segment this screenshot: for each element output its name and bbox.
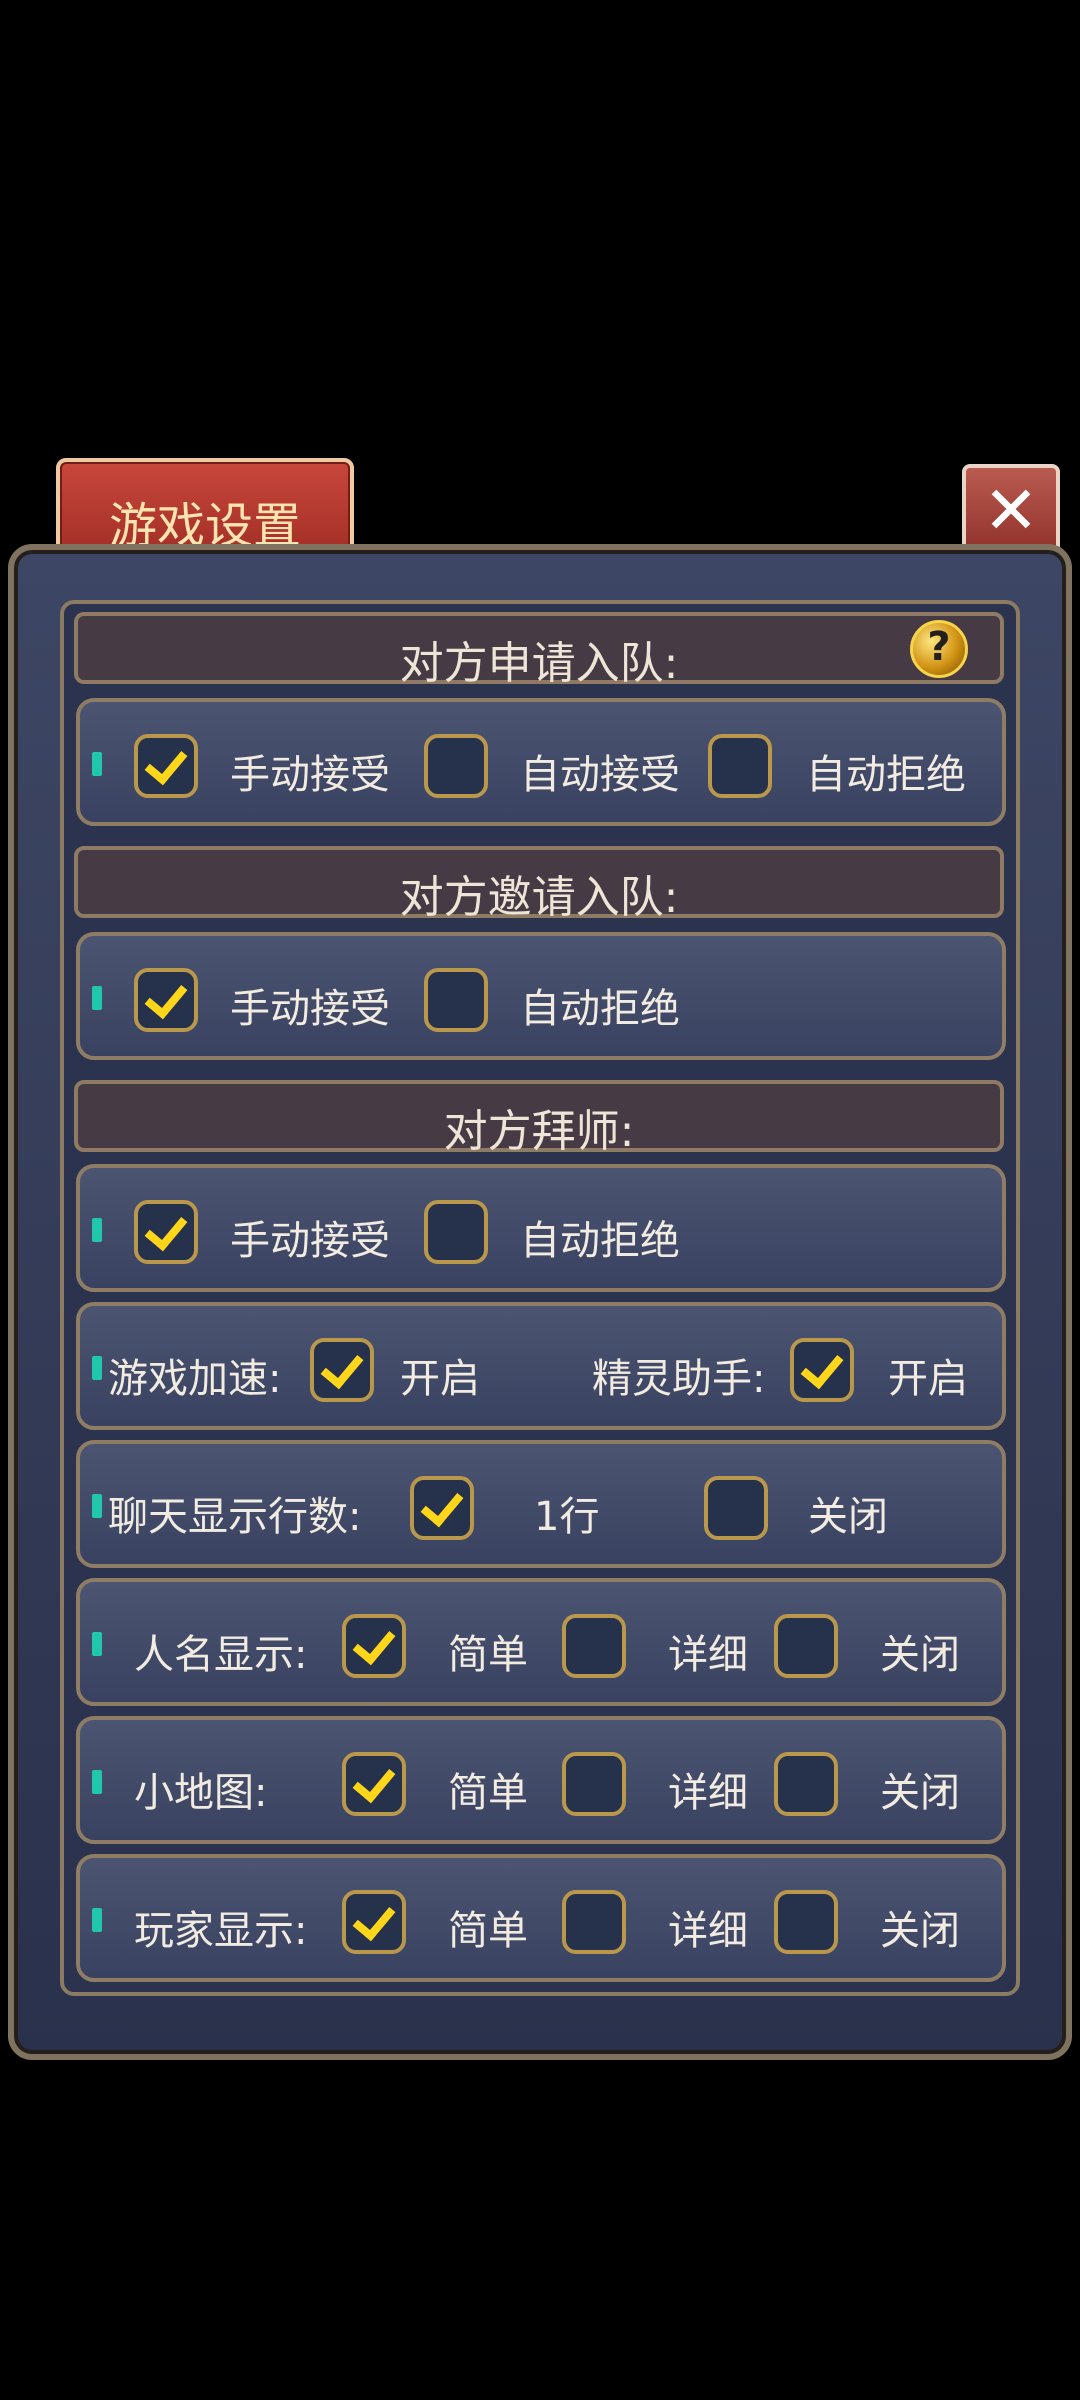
chat-off-label: 关闭 xyxy=(808,1494,888,1540)
apply-auto-reject-label: 自动拒绝 xyxy=(806,752,966,798)
row-marker xyxy=(92,1494,102,1518)
minimap-row: 小地图: 简单 详细 关闭 xyxy=(76,1716,1006,1844)
mentor-row: 手动接受 自动拒绝 xyxy=(76,1164,1006,1292)
row-marker xyxy=(92,1632,102,1656)
invite-auto-reject-checkbox[interactable] xyxy=(424,968,488,1032)
help-icon[interactable]: ? xyxy=(910,620,968,678)
chat-one-line-label: 1行 xyxy=(534,1494,600,1540)
mentor-manual-checkbox[interactable] xyxy=(134,1200,198,1264)
section-title-invite: 对方邀请入队: xyxy=(399,872,679,923)
player-display-label: 玩家显示: xyxy=(134,1908,308,1954)
row-marker xyxy=(92,1908,102,1932)
name-display-label: 人名显示: xyxy=(134,1632,308,1678)
section-header-invite: 对方邀请入队: xyxy=(74,846,1004,923)
spirit-helper-value: 开启 xyxy=(888,1356,968,1402)
mentor-manual-label: 手动接受 xyxy=(230,1218,390,1264)
row-marker xyxy=(92,1218,102,1242)
apply-auto-accept-label: 自动接受 xyxy=(520,752,680,798)
mentor-auto-reject-label: 自动拒绝 xyxy=(520,1218,680,1264)
mentor-auto-reject-checkbox[interactable] xyxy=(424,1200,488,1264)
name-simple-checkbox[interactable] xyxy=(342,1614,406,1678)
player-display-row: 玩家显示: 简单 详细 关闭 xyxy=(76,1854,1006,1982)
minimap-off-checkbox[interactable] xyxy=(774,1752,838,1816)
player-detailed-label: 详细 xyxy=(668,1908,748,1954)
player-simple-checkbox[interactable] xyxy=(342,1890,406,1954)
row-marker xyxy=(92,1770,102,1794)
chat-row: 聊天显示行数: 1行 关闭 xyxy=(76,1440,1006,1568)
row-marker xyxy=(92,752,102,776)
apply-manual-checkbox[interactable] xyxy=(134,734,198,798)
player-detailed-checkbox[interactable] xyxy=(562,1890,626,1954)
minimap-detailed-checkbox[interactable] xyxy=(562,1752,626,1816)
name-detailed-label: 详细 xyxy=(668,1632,748,1678)
name-off-checkbox[interactable] xyxy=(774,1614,838,1678)
name-off-label: 关闭 xyxy=(880,1632,960,1678)
minimap-off-label: 关闭 xyxy=(880,1770,960,1816)
game-speed-label: 游戏加速: xyxy=(108,1356,282,1402)
player-off-checkbox[interactable] xyxy=(774,1890,838,1954)
row-marker xyxy=(92,986,102,1010)
minimap-simple-checkbox[interactable] xyxy=(342,1752,406,1816)
section-header-apply: 对方申请入队: ? xyxy=(74,612,1004,689)
chat-off-checkbox[interactable] xyxy=(704,1476,768,1540)
game-speed-checkbox[interactable] xyxy=(310,1338,374,1402)
section-title-apply: 对方申请入队: xyxy=(399,638,679,689)
minimap-detailed-label: 详细 xyxy=(668,1770,748,1816)
invite-manual-label: 手动接受 xyxy=(230,986,390,1032)
spirit-helper-checkbox[interactable] xyxy=(790,1338,854,1402)
name-detailed-checkbox[interactable] xyxy=(562,1614,626,1678)
speed-row: 游戏加速: 开启 精灵助手: 开启 xyxy=(76,1302,1006,1430)
section-header-mentor: 对方拜师: xyxy=(74,1080,1004,1157)
player-simple-label: 简单 xyxy=(448,1908,528,1954)
game-speed-value: 开启 xyxy=(400,1356,480,1402)
minimap-simple-label: 简单 xyxy=(448,1770,528,1816)
apply-manual-label: 手动接受 xyxy=(230,752,390,798)
close-icon: ✕ xyxy=(983,472,1039,549)
apply-auto-reject-checkbox[interactable] xyxy=(708,734,772,798)
row-marker xyxy=(92,1356,102,1380)
chat-one-line-checkbox[interactable] xyxy=(410,1476,474,1540)
apply-auto-accept-checkbox[interactable] xyxy=(424,734,488,798)
apply-row: 手动接受 自动接受 自动拒绝 xyxy=(76,698,1006,826)
spirit-helper-label: 精灵助手: xyxy=(592,1356,766,1402)
name-simple-label: 简单 xyxy=(448,1632,528,1678)
invite-row: 手动接受 自动拒绝 xyxy=(76,932,1006,1060)
player-off-label: 关闭 xyxy=(880,1908,960,1954)
section-title-mentor: 对方拜师: xyxy=(443,1106,635,1157)
chat-lines-label: 聊天显示行数: xyxy=(108,1494,362,1540)
name-display-row: 人名显示: 简单 详细 关闭 xyxy=(76,1578,1006,1706)
invite-manual-checkbox[interactable] xyxy=(134,968,198,1032)
invite-auto-reject-label: 自动拒绝 xyxy=(520,986,680,1032)
minimap-label: 小地图: xyxy=(134,1770,268,1816)
